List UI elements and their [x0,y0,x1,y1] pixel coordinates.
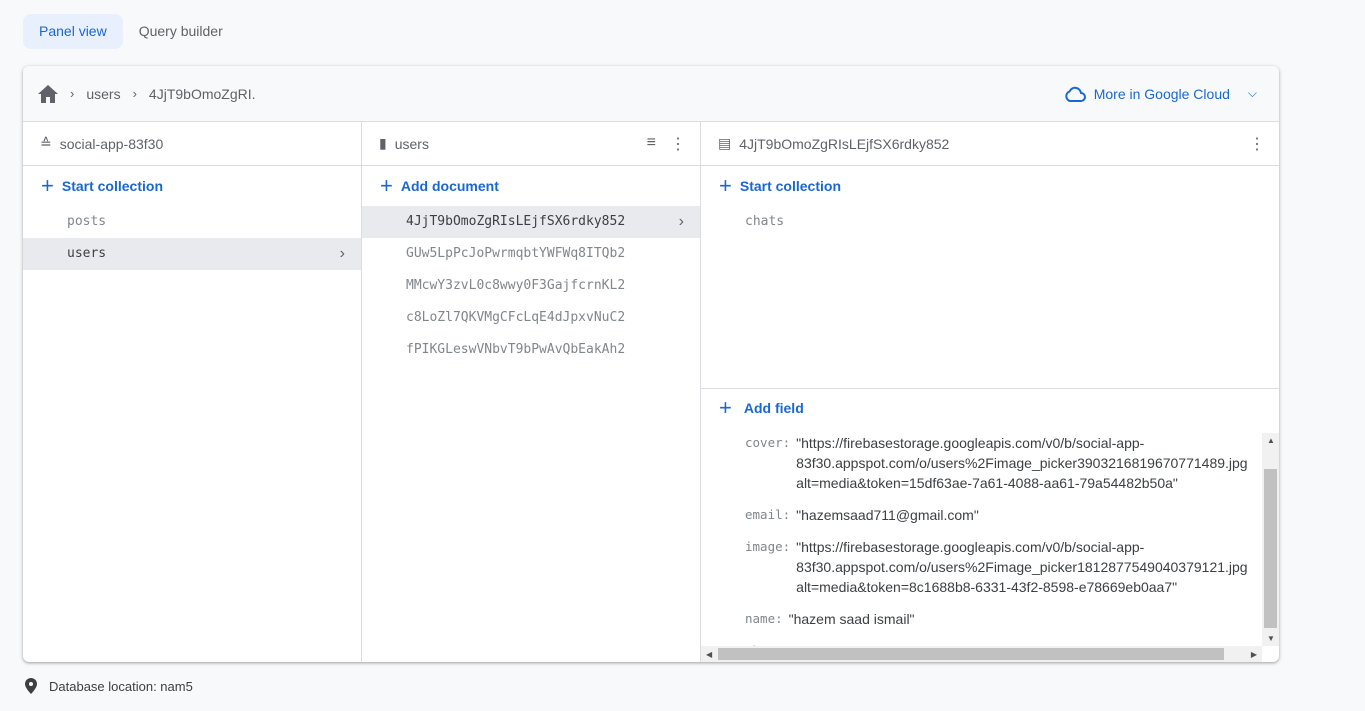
collection-name: posts [67,214,107,229]
plus-icon: + [719,395,732,420]
document-title: 4JjT9bOmoZgRIsLEjfSX6rdky852 [739,135,950,152]
more-in-google-cloud-button[interactable]: More in Google Cloud ⌵ [1064,86,1257,102]
field-value-line: alt=media&token=15df63ae-7a61-4088-aa61-… [796,475,1178,491]
data-panel: › users › 4JjT9bOmoZgRI. More in Google … [23,66,1279,662]
start-collection-label: Start collection [61,178,163,194]
collection-title: users [394,135,429,152]
document-id: 4JjT9bOmoZgRIsLEjfSX6rdky852 [406,214,626,229]
document-id: GUw5LpPcJoPwrmqbtYWFWq8ITQb2 [406,246,626,261]
plus-icon: + [380,173,393,198]
subcollection-name: chats [745,214,785,229]
field-value: "https://firebasestorage.googleapis.com/… [796,433,1247,493]
fields-section: + Add field cover: "https://firebasestorag… [701,388,1279,662]
plus-icon: + [719,173,732,198]
field-value-line: "hazem saad ismail" [788,611,915,627]
breadcrumb: › users › 4JjT9bOmoZgRI. More in Google … [23,66,1279,122]
database-location-label: Database location: nam5 [49,678,193,694]
field-value-line: "https://firebasestorage.googleapis.com/… [796,435,1145,451]
more-vert-icon[interactable]: ⋮ [1249,134,1265,154]
field-value-line: "hazemsaad711@gmail.com" [796,507,979,523]
document-item[interactable]: fPIKGLeswVNbvT9bPwAvQbEakAh2 [362,334,700,366]
collection-item[interactable]: posts [23,206,361,238]
chevron-right-icon: › [70,86,75,101]
field-value-line: "https://firebasestorage.googleapis.com/… [796,539,1145,555]
project-title: social-app-83f30 [59,135,164,152]
field-value: "hazem saad ismail" [789,609,915,629]
start-collection-label: Start collection [739,178,841,194]
field-key: name: [745,611,783,626]
breadcrumb-document[interactable]: 4JjT9bOmoZgRI. [149,86,256,102]
field-key: cover: [745,435,791,450]
collection-name: users [67,246,107,261]
field-value: "hazemsaad711@gmail.com" [796,505,979,525]
firestore-icon: ≙ [40,135,52,151]
breadcrumb-users[interactable]: users [86,86,120,102]
document-item[interactable]: c8LoZl7QKVMgCFcLqE4dJpxvNuC2 [362,302,700,334]
subcollection-item[interactable]: chats [701,206,1279,238]
document-id: c8LoZl7QKVMgCFcLqE4dJpxvNuC2 [406,310,626,325]
collection-item[interactable]: users › [23,238,361,270]
tab-panel-view[interactable]: Panel view [23,14,123,49]
document-item[interactable]: MMcwY3zvL0c8wwy0F3GajfcrnKL2 [362,270,700,302]
document-id: fPIKGLeswVNbvT9bPwAvQbEakAh2 [406,342,626,357]
field-value-line: 83f30.appspot.com/o/users%2Fimage_picker… [796,455,1248,471]
field-row[interactable]: email: "hazemsaad711@gmail.com" [701,505,1261,525]
chevron-right-icon: › [132,86,137,101]
add-field-label: Add field [743,400,804,416]
horizontal-scrollbar[interactable]: ◀ ▶ [701,646,1262,662]
field-key: image: [745,539,791,554]
location-pin-icon [25,678,37,694]
field-row[interactable]: name: "hazem saad ismail" [701,609,1261,629]
field-list: cover: "https://firebasestorage.googleapi… [701,433,1261,646]
document-icon: ▤ [718,135,732,151]
cloud-icon [1065,86,1086,102]
document-id: MMcwY3zvL0c8wwy0F3GajfcrnKL2 [406,278,626,293]
chevron-right-icon: › [339,245,345,262]
more-in-google-cloud-label: More in Google Cloud [1093,85,1230,102]
chevron-right-icon: › [678,213,684,230]
add-field-button[interactable]: + Add field [701,389,1279,427]
filter-icon[interactable]: ≡ [647,134,656,154]
vertical-scrollbar[interactable]: ▲ ▼ [1262,433,1279,646]
start-collection-button[interactable]: + Start collection [23,166,361,206]
document-item[interactable]: 4JjT9bOmoZgRIsLEjfSX6rdky852 › [362,206,700,238]
add-document-button[interactable]: + Add document [362,166,700,206]
field-row[interactable]: image: "https://firebasestorage.googleapi… [701,537,1261,597]
field-value-line: 83f30.appspot.com/o/users%2Fimage_picker… [796,559,1248,575]
document-item[interactable]: GUw5LpPcJoPwrmqbtYWFWq8ITQb2 [362,238,700,270]
collection-icon: ▮ [379,135,387,151]
tab-query-builder[interactable]: Query builder [123,14,239,49]
field-value: "https://firebasestorage.googleapis.com/… [796,537,1247,597]
view-tabs: Panel view Query builder [23,14,239,49]
home-icon[interactable] [38,84,58,103]
chevron-down-icon: ⌵ [1247,86,1257,100]
add-document-label: Add document [400,178,499,194]
root-column: ≙ social-app-83f30 + Start collection post… [23,122,362,662]
more-vert-icon[interactable]: ⋮ [670,134,686,154]
collection-column: ▮ users ≡ ⋮ + Add document 4JjT9bOmoZgRIsLE… [362,122,701,662]
plus-icon: + [41,173,54,198]
start-subcollection-button[interactable]: + Start collection [701,166,1279,206]
field-row[interactable]: cover: "https://firebasestorage.googleapi… [701,433,1261,493]
database-location: Database location: nam5 [25,678,193,694]
field-value-line: alt=media&token=8c1688b8-6331-43f2-8598-… [796,579,1178,595]
document-column: ▤ 4JjT9bOmoZgRIsLEjfSX6rdky852 ⋮ + Start c… [701,122,1279,662]
field-key: email: [745,507,791,522]
